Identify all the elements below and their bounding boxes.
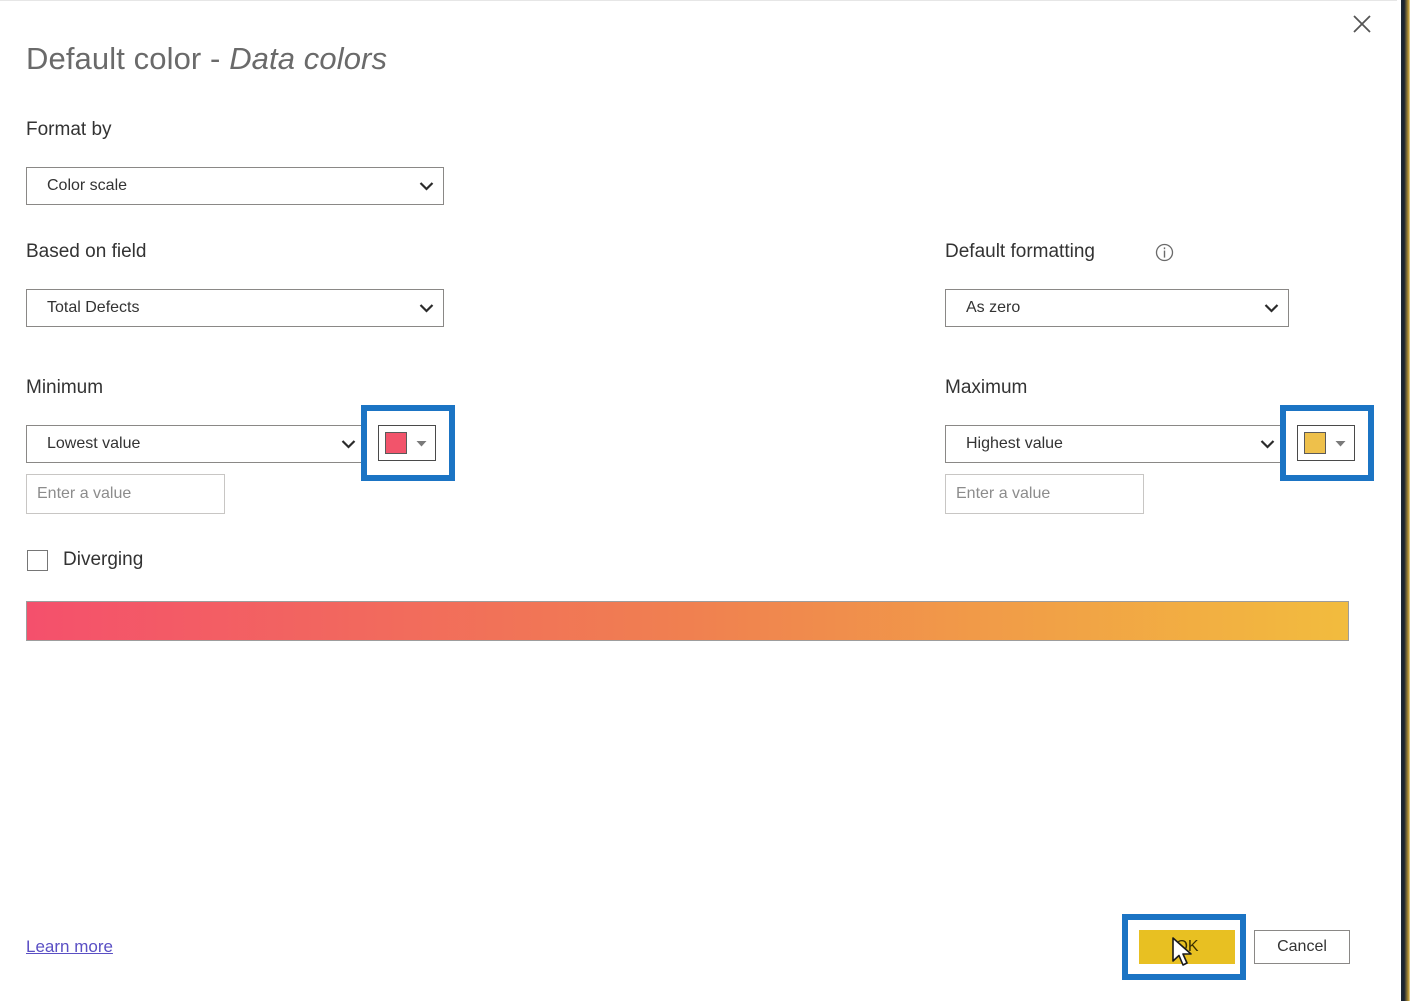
minimum-mode-value: Lowest value xyxy=(47,435,141,452)
diverging-label: Diverging xyxy=(63,549,144,570)
dialog-title: Default color - Data colors xyxy=(26,41,387,77)
minimum-value-input[interactable] xyxy=(26,474,225,514)
maximum-label: Maximum xyxy=(945,377,1028,398)
chevron-down-icon xyxy=(1326,440,1354,447)
chevron-down-icon xyxy=(331,439,365,449)
format-by-select[interactable]: Color scale xyxy=(26,167,444,205)
diverging-checkbox-row[interactable]: Diverging xyxy=(27,549,143,571)
maximum-value-input[interactable] xyxy=(945,474,1144,514)
close-icon[interactable] xyxy=(1345,7,1379,41)
format-by-value: Color scale xyxy=(47,177,128,194)
default-formatting-label: Default formatting xyxy=(945,241,1095,262)
ok-button[interactable]: OK xyxy=(1139,930,1235,964)
based-on-field-value: Total Defects xyxy=(47,299,140,316)
diverging-checkbox[interactable] xyxy=(27,549,48,571)
chevron-down-icon xyxy=(409,181,443,191)
based-on-field-label: Based on field xyxy=(26,241,147,262)
chevron-down-icon xyxy=(1250,439,1284,449)
based-on-field-select[interactable]: Total Defects xyxy=(26,289,444,327)
default-color-dialog: Default color - Data colors Format by Co… xyxy=(0,0,1397,1001)
cancel-button[interactable]: Cancel xyxy=(1254,930,1350,964)
minimum-color-swatch xyxy=(385,432,407,454)
maximum-mode-select[interactable]: Highest value xyxy=(945,425,1285,463)
minimum-mode-select[interactable]: Lowest value xyxy=(26,425,366,463)
learn-more-link[interactable]: Learn more xyxy=(26,937,113,957)
info-icon[interactable] xyxy=(1155,243,1174,267)
gradient-preview-bar xyxy=(26,601,1349,641)
format-by-label: Format by xyxy=(26,119,112,140)
maximum-color-swatch xyxy=(1304,432,1326,454)
minimum-color-picker-button[interactable] xyxy=(378,425,436,461)
chevron-down-icon xyxy=(1254,303,1288,313)
maximum-color-picker-button[interactable] xyxy=(1297,425,1355,461)
dialog-title-italic: Data colors xyxy=(229,41,388,76)
default-formatting-value: As zero xyxy=(966,299,1021,316)
app-background-strip xyxy=(1397,0,1410,1001)
dialog-title-main: Default color - xyxy=(26,41,230,76)
maximum-mode-value: Highest value xyxy=(966,435,1063,452)
chevron-down-icon xyxy=(407,440,435,447)
chevron-down-icon xyxy=(409,303,443,313)
default-formatting-select[interactable]: As zero xyxy=(945,289,1289,327)
minimum-label: Minimum xyxy=(26,377,104,398)
